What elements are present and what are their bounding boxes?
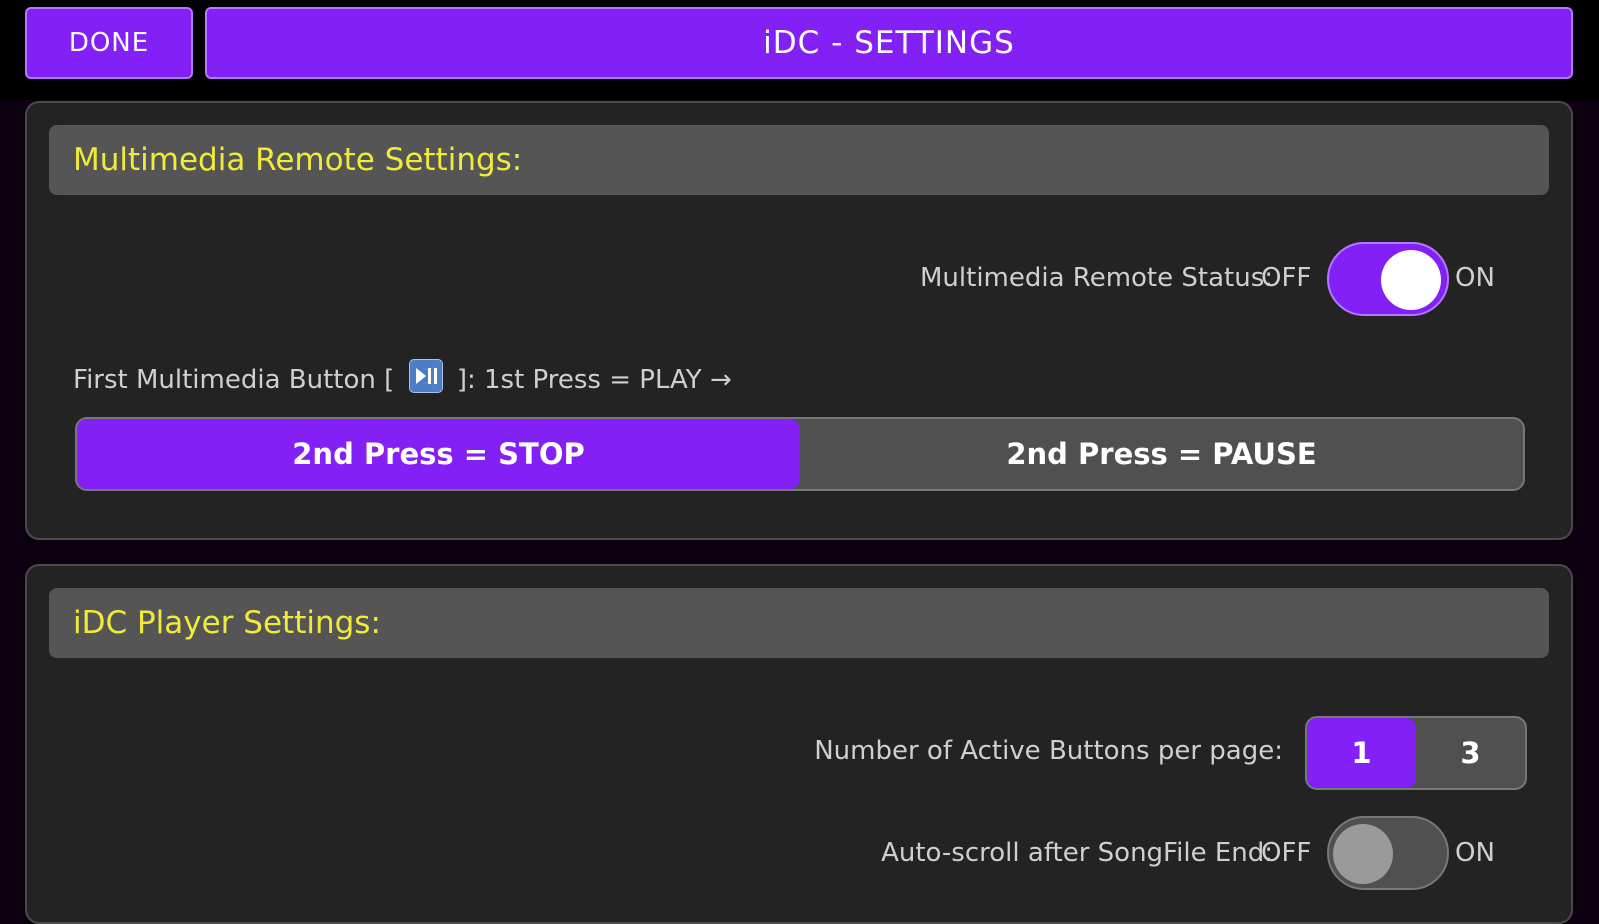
player-section-heading: iDC Player Settings:: [49, 588, 1549, 658]
option-stop[interactable]: 2nd Press = STOP: [77, 419, 800, 489]
first-button-description: First Multimedia Button [ ]: 1st Press =…: [73, 359, 732, 395]
active-buttons-selector: 1 3: [1305, 716, 1527, 790]
done-button[interactable]: DONE: [25, 7, 193, 79]
multimedia-status-label: Multimedia Remote Status:: [920, 263, 1273, 293]
active-buttons-option-1[interactable]: 1: [1307, 718, 1416, 788]
play-pause-icon: [408, 359, 443, 393]
page-title: iDC - SETTINGS: [205, 7, 1573, 79]
multimedia-status-toggle[interactable]: [1327, 242, 1449, 316]
autoscroll-on-label: ON: [1455, 838, 1495, 868]
autoscroll-label: Auto-scroll after SongFile End:: [881, 838, 1273, 868]
toggle-knob: [1381, 250, 1441, 310]
second-press-selector: 2nd Press = STOP 2nd Press = PAUSE: [75, 417, 1525, 491]
toggle-knob: [1333, 824, 1393, 884]
autoscroll-toggle[interactable]: [1327, 816, 1449, 890]
player-settings-panel: iDC Player Settings: Number of Active Bu…: [25, 564, 1573, 924]
multimedia-status-on-label: ON: [1455, 263, 1495, 293]
first-button-prefix: First Multimedia Button [: [73, 365, 395, 395]
autoscroll-off-label: OFF: [1261, 838, 1312, 868]
option-pause[interactable]: 2nd Press = PAUSE: [800, 419, 1523, 489]
multimedia-remote-panel: Multimedia Remote Settings: Multimedia R…: [25, 101, 1573, 540]
active-buttons-option-3[interactable]: 3: [1416, 718, 1525, 788]
active-buttons-label: Number of Active Buttons per page:: [814, 736, 1283, 766]
first-button-suffix: ]: 1st Press = PLAY →: [456, 365, 732, 395]
multimedia-status-off-label: OFF: [1261, 263, 1312, 293]
multimedia-section-heading: Multimedia Remote Settings:: [49, 125, 1549, 195]
